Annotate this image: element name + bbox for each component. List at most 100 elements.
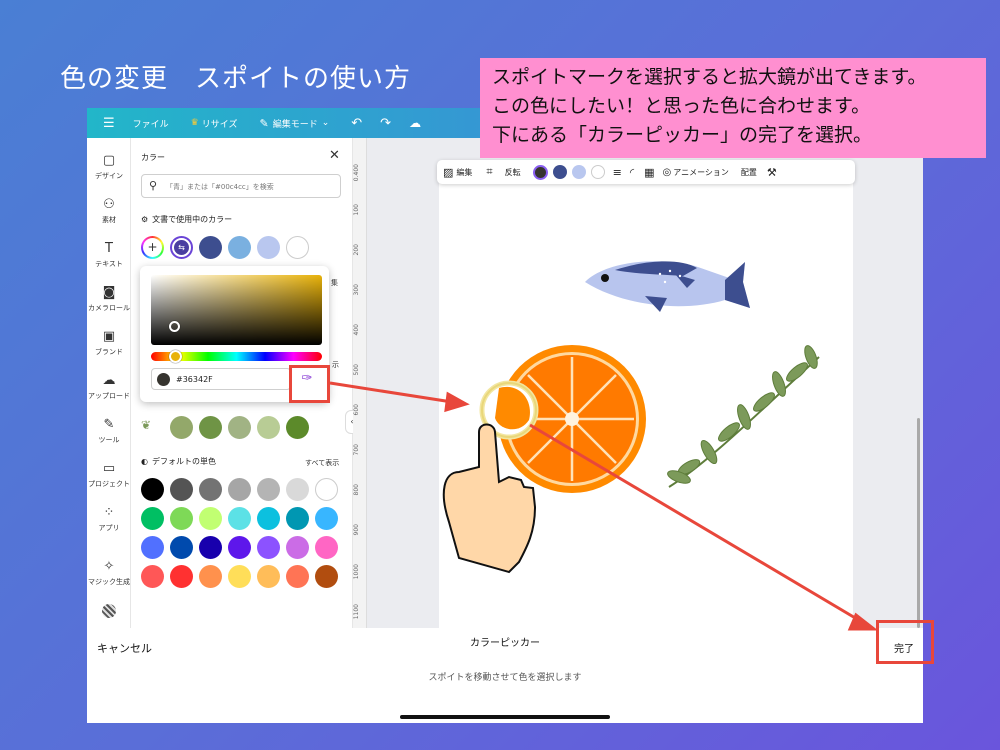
default-color-swatch[interactable]: [286, 478, 309, 501]
file-menu[interactable]: ファイル: [133, 117, 169, 130]
search-placeholder: 「青」または「#00c4cc」を検索: [166, 183, 274, 191]
rail-label: アップロード: [88, 392, 130, 400]
default-color-swatch[interactable]: [257, 507, 280, 530]
rail-item-design[interactable]: ▢ デザイン: [87, 154, 131, 181]
doc-color-swatch[interactable]: [257, 236, 280, 259]
default-color-swatch[interactable]: [315, 478, 338, 501]
flip-button[interactable]: 反転: [505, 167, 521, 178]
color-chip[interactable]: [590, 165, 605, 179]
rail-item-magic[interactable]: ✧ マジック生成: [87, 560, 131, 587]
animation-button[interactable]: アニメーション: [673, 167, 729, 178]
rail-item-upload[interactable]: ☁ アップロード: [87, 374, 131, 401]
scrollbar[interactable]: [917, 418, 920, 628]
default-color-swatch[interactable]: [315, 565, 338, 588]
edit-image-button[interactable]: 編集: [456, 167, 472, 178]
rail-label: アプリ: [98, 524, 120, 532]
close-icon[interactable]: ✕: [329, 148, 340, 163]
corner-radius-icon[interactable]: ◜: [630, 166, 634, 179]
apps-icon: ⁘: [103, 505, 115, 520]
default-color-swatch[interactable]: [141, 536, 164, 559]
rail-label: プロジェクト: [88, 480, 130, 488]
default-colors-heading: ◐ デフォルトの単色: [141, 456, 216, 467]
default-color-swatch[interactable]: [141, 507, 164, 530]
default-color-swatch[interactable]: [170, 536, 193, 559]
camera-icon: ◙: [102, 285, 116, 300]
ruler-tick-label: 900: [353, 524, 360, 536]
hex-input[interactable]: #36342F: [151, 368, 291, 390]
default-color-swatch[interactable]: [199, 507, 222, 530]
rail-label: ツール: [98, 436, 120, 444]
show-all-link[interactable]: すべて表示: [305, 458, 339, 468]
default-color-swatch[interactable]: [170, 507, 193, 530]
default-color-swatch[interactable]: [199, 565, 222, 588]
rail-item-brand[interactable]: ▣ ブランド: [87, 330, 131, 357]
photo-color-swatch[interactable]: [228, 416, 251, 439]
default-color-swatch[interactable]: [199, 478, 222, 501]
undo-icon[interactable]: ↶: [351, 116, 362, 131]
default-color-swatch[interactable]: [170, 565, 193, 588]
photo-color-swatch[interactable]: [257, 416, 280, 439]
default-color-swatch[interactable]: [141, 478, 164, 501]
doc-color-swatch[interactable]: [199, 236, 222, 259]
photo-color-swatch[interactable]: [286, 416, 309, 439]
default-color-swatch[interactable]: [315, 536, 338, 559]
redo-icon[interactable]: ↷: [380, 116, 391, 131]
default-color-swatch[interactable]: [257, 536, 280, 559]
ruler-tick-label: 300: [353, 284, 360, 296]
default-color-swatch[interactable]: [141, 565, 164, 588]
default-color-swatch[interactable]: [286, 507, 309, 530]
photo-color-swatch[interactable]: [199, 416, 222, 439]
rail-item-elements[interactable]: ⚇ 素材: [87, 198, 131, 225]
folder-icon: ▭: [102, 461, 116, 476]
edit-mode-button[interactable]: ✎ 編集モード ⌄: [259, 117, 329, 130]
ruler-tick-label: 1100: [353, 604, 360, 620]
hint-text: スポイトを移動させて色を選択します: [428, 673, 582, 683]
color-chip[interactable]: [552, 165, 567, 179]
default-color-swatch[interactable]: [170, 478, 193, 501]
hue-slider-handle[interactable]: [168, 350, 182, 363]
paint-roller-icon[interactable]: ⚒: [767, 166, 777, 179]
doc-color-swatch[interactable]: [286, 236, 309, 259]
default-color-swatch[interactable]: [228, 536, 251, 559]
left-rail: ▢ デザイン ⚇ 素材 T テキスト ◙ カメラロール ▣ ブランド ☁ アップロード ✎ ツ…: [87, 138, 131, 628]
position-button[interactable]: 配置: [741, 167, 757, 178]
default-color-swatch[interactable]: [257, 565, 280, 588]
doc-color-swatch[interactable]: [228, 236, 251, 259]
default-color-swatch[interactable]: [257, 478, 280, 501]
color-chip[interactable]: [571, 165, 586, 179]
leaf-thumbnail: ❦: [141, 418, 152, 432]
ruler-tick-label: 500: [353, 364, 360, 376]
crop-icon[interactable]: ⌗: [486, 165, 492, 179]
pen-icon: ✎: [103, 417, 115, 432]
default-color-swatch[interactable]: [228, 507, 251, 530]
cloud-sync-icon[interactable]: ☁: [409, 116, 421, 130]
more-icon[interactable]: [102, 604, 116, 618]
default-color-swatch[interactable]: [315, 507, 338, 530]
rail-item-tools[interactable]: ✎ ツール: [87, 418, 131, 445]
resize-button[interactable]: ♛ リサイズ: [191, 117, 238, 130]
transparency-icon[interactable]: ▦: [644, 166, 654, 179]
rail-item-apps[interactable]: ⁘ アプリ: [87, 506, 131, 533]
default-color-swatch[interactable]: [199, 536, 222, 559]
saturation-area[interactable]: [151, 275, 322, 345]
search-input[interactable]: ⚲ 「青」または「#00c4cc」を検索: [141, 174, 341, 198]
rail-item-camera-roll[interactable]: ◙ カメラロール: [87, 286, 131, 313]
rail-label: 素材: [102, 216, 116, 224]
photo-color-swatch[interactable]: [170, 416, 193, 439]
color-chip[interactable]: [532, 164, 548, 180]
rail-item-projects[interactable]: ▭ プロジェクト: [87, 462, 131, 489]
selected-color-swatch[interactable]: ⇆: [170, 236, 193, 259]
saturation-handle[interactable]: [169, 321, 180, 332]
tablet-screen: ☰ ファイル ♛ リサイズ ✎ 編集モード ⌄ ↶ ↷ ☁ ▢ デザイン ⚇ 素材 …: [87, 108, 923, 723]
border-style-icon[interactable]: ≡: [613, 166, 622, 179]
callout-line-1: スポイトマークを選択すると拡大鏡が出てきます。: [492, 66, 927, 88]
default-color-swatch[interactable]: [228, 565, 251, 588]
add-color-button[interactable]: +: [141, 236, 164, 259]
default-color-swatch[interactable]: [286, 565, 309, 588]
resize-label: リサイズ: [201, 119, 238, 130]
ruler-tick-label: 700: [353, 444, 360, 456]
default-color-swatch[interactable]: [228, 478, 251, 501]
menu-icon[interactable]: ☰: [103, 116, 115, 131]
rail-item-text[interactable]: T テキスト: [87, 242, 131, 269]
default-color-swatch[interactable]: [286, 536, 309, 559]
